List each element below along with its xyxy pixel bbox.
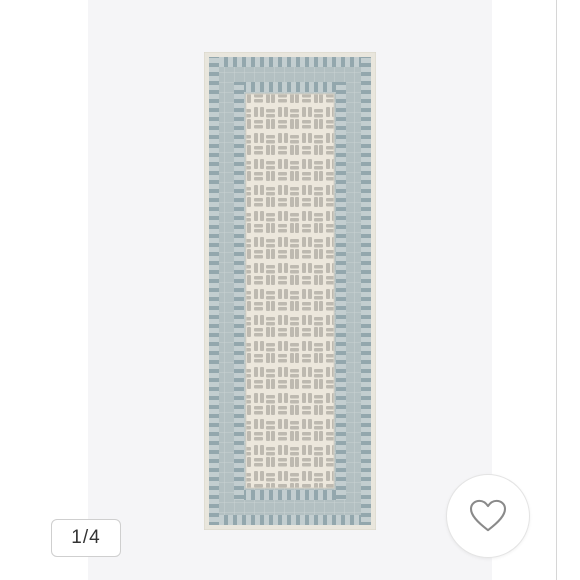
divider bbox=[556, 0, 557, 580]
favorite-button[interactable] bbox=[446, 474, 530, 558]
heart-icon bbox=[469, 499, 507, 532]
image-counter-total: 4 bbox=[89, 527, 101, 548]
product-image-gallery: 1 / 4 bbox=[0, 0, 580, 580]
rug-image[interactable] bbox=[204, 52, 376, 530]
image-counter-current: 1 bbox=[71, 527, 83, 548]
image-counter: 1 / 4 bbox=[51, 519, 121, 557]
